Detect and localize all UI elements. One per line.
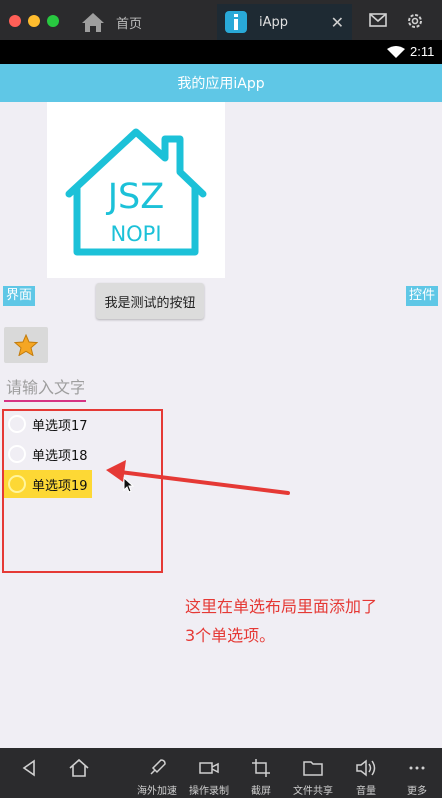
volume-icon — [356, 759, 376, 777]
logo-text-nopi: NOPI — [110, 222, 161, 246]
app-logo: JSZ NOPI — [47, 102, 225, 278]
window-minimize-button[interactable] — [28, 15, 40, 27]
toolbar-label: 截屏 — [251, 786, 271, 797]
toolbar-label: 更多 — [407, 786, 427, 797]
status-bar — [0, 40, 442, 64]
tab-iapp-label: iApp — [259, 14, 289, 30]
toolbar-label: 海外加速 — [137, 786, 177, 797]
home-icon — [69, 758, 89, 777]
folder-icon — [303, 761, 323, 776]
crop-icon — [252, 759, 270, 777]
toolbar-accelerate[interactable]: 海外加速 — [132, 748, 182, 798]
more-icon — [409, 766, 425, 770]
toolbar-back[interactable] — [14, 748, 44, 798]
mouse-cursor-icon — [123, 477, 135, 493]
toolbar-label: 操作录制 — [189, 786, 229, 797]
close-tab-icon[interactable]: ✕ — [331, 13, 344, 32]
tab-home[interactable]: 首页 — [80, 4, 215, 40]
emulator-toolbar: 海外加速 操作录制 截屏 文件共享 音量 更多 — [0, 748, 442, 798]
app-title: 我的应用iApp — [177, 76, 265, 92]
status-time: 2:11 — [410, 44, 435, 59]
label-controls: 控件 — [406, 286, 439, 306]
toolbar-home[interactable] — [64, 748, 94, 798]
emulator-title-bar: 首页 iApp ✕ — [0, 0, 442, 40]
rocket-icon — [150, 759, 166, 775]
star-icon — [14, 334, 38, 356]
toolbar-volume[interactable]: 音量 — [349, 748, 383, 798]
window-close-button[interactable] — [9, 15, 21, 27]
tab-iapp[interactable]: iApp ✕ — [217, 4, 352, 40]
annotation-line-1: 这里在单选布局里面添加了 — [185, 597, 378, 616]
label-ui: 界面 — [3, 286, 36, 306]
video-icon — [199, 762, 219, 774]
text-input[interactable] — [4, 374, 86, 402]
annotation-text: 这里在单选布局里面添加了 3个单选项。 — [185, 592, 425, 650]
toolbar-record[interactable]: 操作录制 — [184, 748, 234, 798]
tab-home-label: 首页 — [116, 16, 143, 32]
toolbar-screenshot[interactable]: 截屏 — [244, 748, 278, 798]
house-logo-icon: JSZ NOPI — [65, 128, 207, 256]
toolbar-more[interactable]: 更多 — [400, 748, 434, 798]
toolbar-label: 音量 — [356, 786, 376, 797]
star-button[interactable] — [4, 327, 48, 363]
iapp-icon — [225, 11, 247, 33]
gear-icon[interactable] — [405, 11, 425, 31]
toolbar-file-share[interactable]: 文件共享 — [288, 748, 338, 798]
toolbar-label: 文件共享 — [293, 786, 333, 797]
house-icon — [82, 13, 104, 32]
logo-text-jsz: JSZ — [106, 177, 165, 217]
test-button[interactable]: 我是测试的按钮 — [96, 283, 204, 319]
mail-icon[interactable] — [369, 12, 387, 28]
window-zoom-button[interactable] — [47, 15, 59, 27]
back-icon — [22, 759, 35, 777]
app-title-bar: 我的应用iApp — [0, 64, 442, 102]
annotation-line-2: 3个单选项。 — [185, 626, 276, 645]
wifi-icon — [387, 46, 405, 58]
